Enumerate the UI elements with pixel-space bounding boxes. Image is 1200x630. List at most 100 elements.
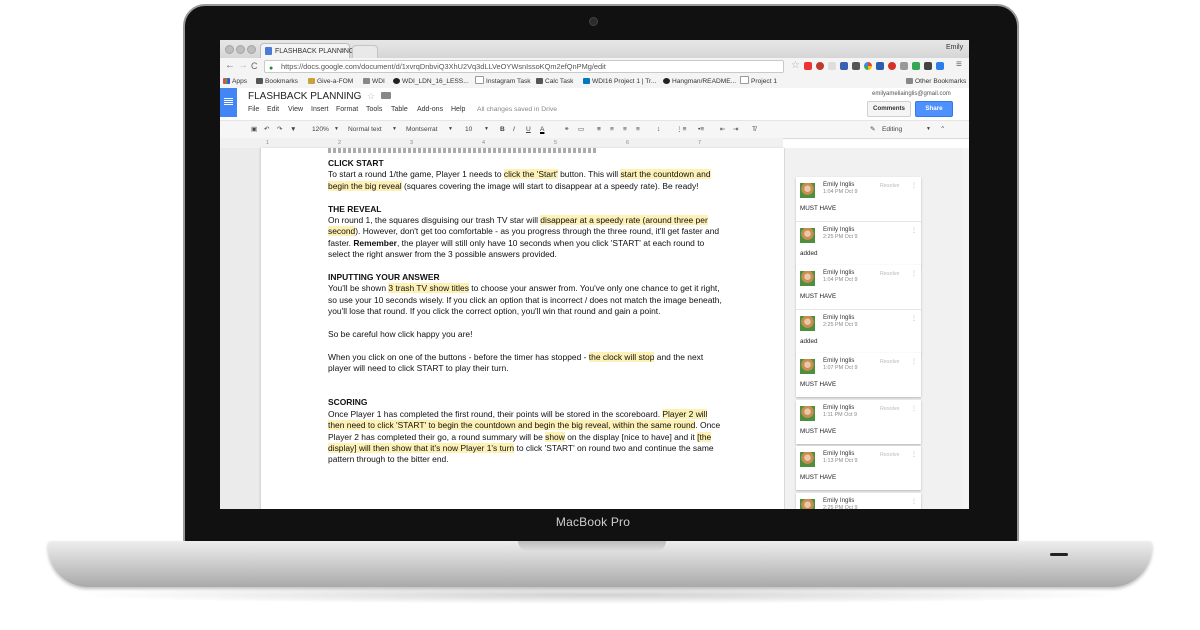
align-left-icon[interactable]: ≡ [597, 121, 601, 138]
comment-thread[interactable]: Emily Inglis 1:04 PM Oct 9 Resolve ⋮ MUST HA… [796, 177, 921, 266]
window-close-button[interactable] [225, 45, 234, 54]
menu-table[interactable]: Table [391, 106, 408, 113]
paint-format-icon[interactable]: ▼ [290, 121, 297, 138]
comment-thread[interactable]: Emily Inglis 1:07 PM Oct 9 Resolve ⋮ MUST HA… [796, 353, 921, 397]
extension-icon[interactable] [936, 62, 944, 70]
more-options-icon[interactable]: ⋮ [911, 498, 917, 505]
more-options-icon[interactable]: ⋮ [911, 270, 917, 277]
more-options-icon[interactable]: ⋮ [911, 405, 917, 412]
bookmark-hangman[interactable]: Hangman/README... [663, 75, 736, 88]
bookmark-give-a-fom[interactable]: Give-a-FOM [308, 75, 353, 88]
bookmark-calc-task[interactable]: Calc Task [536, 75, 573, 88]
text-color-button[interactable]: A [540, 121, 544, 138]
style-select[interactable]: Normal text [348, 121, 382, 138]
numbered-list-icon[interactable]: ⋮≡ [676, 121, 686, 138]
menu-tools[interactable]: Tools [366, 106, 382, 113]
pinterest-icon[interactable] [816, 62, 824, 70]
collapse-icon[interactable]: ⌃ [940, 121, 946, 138]
comment-thread[interactable]: Emily Inglis 1:13 PM Oct 9 Resolve ⋮ MUST HA… [796, 446, 921, 490]
extension-icon[interactable] [852, 62, 860, 70]
comment-thread[interactable]: Emily Inglis 2:25 PM Oct 9 ⋮ [796, 493, 921, 509]
comment-entry: Emily Inglis 2:25 PM Oct 9 ⋮ [796, 493, 921, 509]
more-options-icon[interactable]: ⋮ [911, 227, 917, 234]
other-bookmarks[interactable]: Other Bookmarks [906, 75, 966, 88]
clear-formatting-icon[interactable]: T̸ [752, 121, 756, 138]
more-options-icon[interactable]: ⋮ [911, 358, 917, 365]
decrease-indent-icon[interactable]: ⇤ [720, 121, 726, 138]
extension-icon[interactable] [876, 62, 884, 70]
bookmark-bookmarks[interactable]: Bookmarks [256, 75, 298, 88]
font-size-select[interactable]: 10 [465, 121, 472, 138]
comment-icon[interactable]: ▭ [578, 121, 584, 138]
menu-add-ons[interactable]: Add-ons [417, 106, 443, 113]
bookmark-wdi16-project[interactable]: WDI16 Project 1 | Tr... [583, 75, 656, 88]
resolve-button[interactable]: Resolve [880, 406, 899, 412]
menu-help[interactable]: Help [451, 106, 465, 113]
bulleted-list-icon[interactable]: •≡ [698, 121, 704, 138]
more-options-icon[interactable]: ⋮ [911, 451, 917, 458]
bookmark-apps[interactable]: Apps [223, 75, 247, 88]
link-icon[interactable]: ⚭ [564, 121, 570, 138]
resolve-button[interactable]: Resolve [880, 271, 899, 277]
underline-button[interactable]: U [526, 121, 531, 138]
resolve-button[interactable]: Resolve [880, 359, 899, 365]
undo-icon[interactable]: ↶ [264, 121, 270, 138]
extension-icon[interactable] [804, 62, 812, 70]
editing-mode-select[interactable]: Editing [882, 121, 902, 138]
italic-button[interactable]: I [513, 121, 515, 138]
browser-user[interactable]: Emily [946, 44, 963, 51]
resolve-button[interactable]: Resolve [880, 452, 899, 458]
align-right-icon[interactable]: ≡ [623, 121, 627, 138]
chrome-menu-icon[interactable]: ≡ [956, 59, 962, 70]
menu-edit[interactable]: Edit [267, 106, 279, 113]
comment-thread[interactable]: Emily Inglis 1:11 PM Oct 9 Resolve ⋮ MUST HA… [796, 400, 921, 444]
extension-icon[interactable] [924, 62, 932, 70]
bookmark-wdi[interactable]: WDI [363, 75, 385, 88]
align-justify-icon[interactable]: ≡ [636, 121, 640, 138]
menu-file[interactable]: File [248, 106, 259, 113]
more-options-icon[interactable]: ⋮ [911, 315, 917, 322]
zoom-select[interactable]: 120% [312, 121, 329, 138]
comments-button[interactable]: Comments [867, 101, 911, 117]
menu-insert[interactable]: Insert [311, 106, 329, 113]
extension-icon[interactable] [888, 62, 896, 70]
font-select[interactable]: Montserrat [406, 121, 438, 138]
reload-button[interactable]: C [251, 61, 258, 71]
window-minimize-button[interactable] [236, 45, 245, 54]
bookmark-star-icon[interactable]: ☆ [791, 60, 800, 71]
bookmark-wdi-ldn[interactable]: WDI_LDN_16_LESS... [393, 75, 469, 88]
folder-icon[interactable] [381, 92, 391, 99]
comment-thread[interactable]: Emily Inglis 1:04 PM Oct 9 Resolve ⋮ MUST HA… [796, 265, 921, 354]
redo-icon[interactable]: ↷ [277, 121, 283, 138]
star-icon[interactable]: ☆ [367, 91, 375, 102]
line-spacing-icon[interactable]: ↕ [657, 121, 660, 138]
extension-icon[interactable] [900, 62, 908, 70]
bold-button[interactable]: B [500, 121, 505, 138]
window-zoom-button[interactable] [247, 45, 256, 54]
print-icon[interactable]: ▣ [251, 121, 257, 138]
forward-button[interactable]: → [238, 61, 248, 71]
menu-format[interactable]: Format [336, 106, 358, 113]
share-button[interactable]: Share [915, 101, 953, 117]
browser-tab-active[interactable]: FLASHBACK PLANNING × [260, 43, 354, 59]
resolve-button[interactable]: Resolve [880, 183, 899, 189]
increase-indent-icon[interactable]: ⇥ [733, 121, 739, 138]
account-email[interactable]: emilyameliainglis@gmail.com [872, 91, 951, 97]
docs-logo-icon[interactable] [220, 88, 237, 117]
bookmark-project-1[interactable]: Project 1 [740, 75, 777, 88]
tab-close-icon[interactable]: × [341, 44, 345, 59]
extension-icon[interactable] [864, 62, 872, 70]
new-tab-button[interactable] [352, 45, 378, 59]
extension-icon[interactable] [828, 62, 836, 70]
document-body[interactable]: CLICK START To start a round 1/the game, … [328, 158, 724, 477]
menu-view[interactable]: View [288, 106, 303, 113]
bookmark-instagram-task[interactable]: Instagram Task [475, 75, 531, 88]
address-bar[interactable]: ● https://docs.google.com/document/d/1xv… [264, 60, 784, 73]
more-options-icon[interactable]: ⋮ [911, 182, 917, 189]
extension-icon[interactable] [840, 62, 848, 70]
document-title[interactable]: FLASHBACK PLANNING [248, 91, 361, 102]
extension-icon[interactable] [912, 62, 920, 70]
align-center-icon[interactable]: ≡ [610, 121, 614, 138]
back-button[interactable]: ← [225, 61, 235, 71]
scrollbar[interactable] [962, 148, 969, 509]
